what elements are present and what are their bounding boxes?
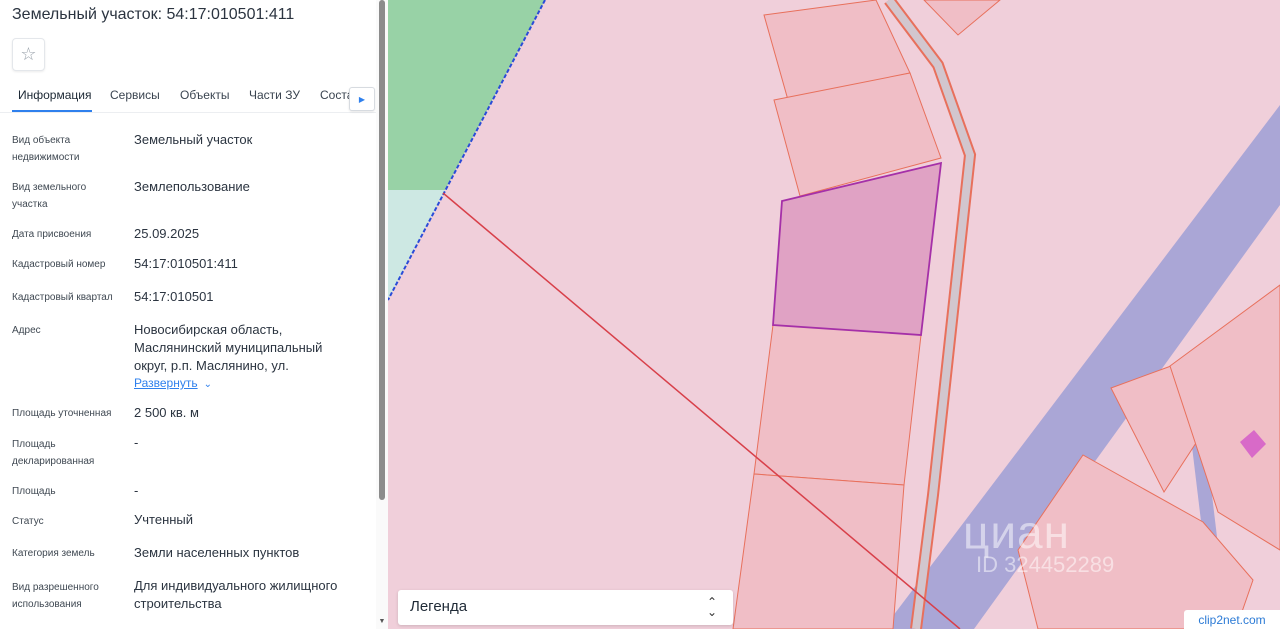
parcel[interactable] — [753, 324, 922, 486]
tab-info[interactable]: Информация — [18, 88, 91, 102]
field-value: Для индивидуального жилищного строительс… — [134, 578, 338, 611]
field-label: Кадастровый квартал — [12, 292, 113, 303]
field-label: Статус — [12, 516, 44, 527]
cadastral-map[interactable]: циан ID 324452289 Легенда ⌃ ⌄ clip2net.co… — [388, 0, 1280, 629]
field-value: Земли населенных пунктов — [134, 545, 300, 560]
field-value: Землепользование — [134, 179, 250, 194]
page-title: Земельный участок: 54:17:010501:411 — [12, 6, 295, 23]
star-icon: ☆ — [20, 44, 37, 64]
active-tab-indicator — [12, 110, 92, 112]
expand-collapse-icon: ⌃ ⌄ — [706, 595, 717, 619]
scroll-down-arrow-icon[interactable]: ▼ — [376, 616, 388, 628]
field-label: Вид объекта недвижимости — [12, 135, 80, 163]
field-value: 2 500 кв. м — [134, 405, 199, 420]
field-value: 54:17:010501 — [134, 289, 214, 304]
field-value: 54:17:010501:411 — [134, 256, 238, 271]
field-label: Вид разрешенного использования — [12, 582, 99, 610]
legend-label: Легенда — [410, 598, 468, 615]
map-canvas[interactable] — [388, 0, 1280, 629]
field-label: Площадь декларированная — [12, 439, 95, 467]
legend-dropdown[interactable]: Легенда ⌃ ⌄ — [398, 590, 733, 625]
tab-bar: Информация Сервисы Объекты Части ЗУ Сост… — [0, 84, 376, 113]
field-value: - — [134, 435, 139, 450]
clip2net-badge: clip2net.com — [1184, 610, 1280, 629]
tab-parts[interactable]: Части ЗУ — [249, 88, 300, 102]
field-label: Категория земель — [12, 548, 95, 559]
field-label: Площадь — [12, 486, 56, 497]
status-value: Учтенный — [134, 512, 194, 527]
field-value: 25.09.2025 — [134, 226, 200, 241]
favorite-button[interactable]: ☆ — [12, 38, 45, 71]
expand-link-label: Развернуть — [134, 376, 198, 390]
chevron-down-icon: ⌄ — [203, 379, 212, 390]
parcel[interactable] — [732, 473, 905, 629]
scrollbar-thumb[interactable] — [379, 0, 385, 500]
field-value: Земельный участок — [134, 132, 253, 147]
field-label: Дата присвоения — [12, 229, 92, 240]
watermark-id: ID 324452289 — [976, 552, 1115, 577]
field-label: Вид земельного участка — [12, 182, 87, 210]
tab-services[interactable]: Сервисы — [110, 88, 160, 102]
expand-address-link[interactable]: Развернуть ⌄ — [134, 376, 212, 390]
field-label: Кадастровый номер — [12, 259, 106, 270]
watermark: циан — [963, 506, 1071, 558]
field-value: - — [134, 483, 139, 498]
address-value: Новосибирская область, Маслянинский муни… — [134, 322, 323, 373]
field-label: Площадь уточненная — [12, 408, 112, 419]
info-panel: Земельный участок: 54:17:010501:411 ☆ Ин… — [0, 0, 388, 629]
field-label: Адрес — [12, 325, 41, 336]
tab-objects[interactable]: Объекты — [180, 88, 230, 102]
chevron-right-icon: ▶ — [358, 94, 366, 104]
tabs-scroll-button[interactable]: ▶ — [349, 87, 375, 111]
